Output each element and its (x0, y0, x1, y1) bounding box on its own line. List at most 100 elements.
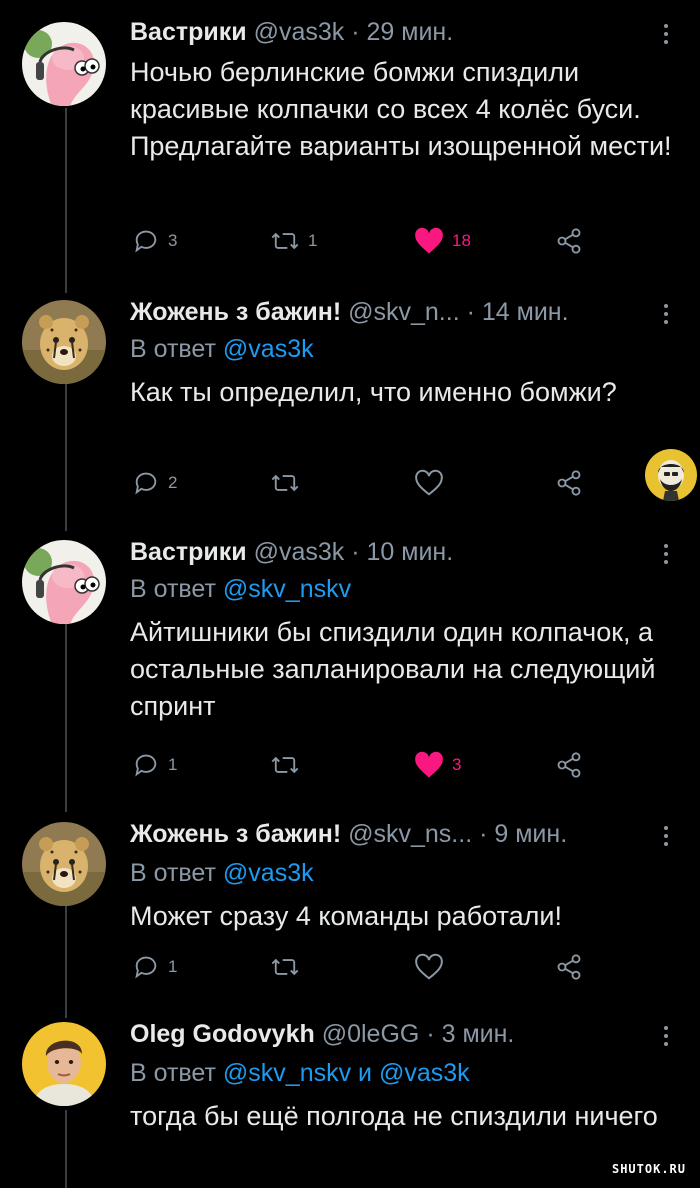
reply-count: 1 (168, 755, 178, 774)
author-name[interactable]: Вастрики (130, 18, 247, 46)
timestamp[interactable]: 29 мин. (367, 18, 454, 46)
tweet-text: Может сразу 4 команды работали! (130, 901, 562, 931)
tweet-header: Вастрики @vas3k · 10 мин. (130, 534, 660, 570)
heart-icon (415, 751, 443, 778)
tweet-actions: 1 3 (130, 748, 600, 782)
cheetah-avatar-icon (22, 300, 106, 384)
avatar[interactable] (22, 822, 106, 906)
tweet[interactable]: Жожень з бажин! @skv_ns... · 9 мин. В от… (0, 812, 700, 1012)
mention-link[interactable]: @vas3k (223, 335, 314, 363)
tweet[interactable]: Oleg Godovykh @0leGG · 3 мин. В ответ @s… (0, 1012, 700, 1188)
share-icon (557, 228, 581, 254)
person-avatar-icon (22, 1022, 106, 1106)
reply-button[interactable]: 1 (132, 950, 177, 984)
avatar[interactable] (22, 540, 106, 624)
reply-button[interactable]: 3 (132, 224, 177, 258)
tweet-header: Жожень з бажин! @skv_ns... · 9 мин. (130, 816, 660, 852)
timestamp[interactable]: 10 мин. (367, 538, 454, 566)
author-handle[interactable]: @vas3k (254, 538, 345, 566)
more-icon[interactable] (664, 826, 670, 850)
more-icon[interactable] (664, 544, 670, 568)
reply-icon (135, 956, 157, 979)
tweet[interactable]: Жожень з бажин! @skv_n... · 14 мин. В от… (0, 290, 700, 530)
tweet-actions: 3 1 18 (130, 224, 600, 258)
tweet-header: Вастрики @vas3k · 29 мин. (130, 14, 660, 50)
reply-count: 2 (168, 473, 178, 492)
worm-avatar-icon (22, 540, 106, 624)
reply-icon (135, 754, 157, 777)
tweet[interactable]: Вастрики @vas3k · 10 мин. В ответ @skv_n… (0, 530, 700, 812)
like-count: 3 (452, 755, 462, 774)
tweet[interactable]: Вастрики @vas3k · 29 мин. Ночью берлинск… (0, 0, 700, 290)
retweet-icon (271, 756, 299, 774)
retweet-button[interactable] (270, 950, 300, 984)
like-button[interactable] (414, 466, 444, 500)
more-icon[interactable] (664, 304, 670, 328)
share-button[interactable] (555, 950, 583, 984)
tweet-text: Ночью берлинские бомжи спиздили красивые… (130, 57, 672, 161)
reply-icon (135, 472, 157, 495)
like-button[interactable]: 3 (414, 748, 461, 782)
mention-link[interactable]: @skv_nskv (223, 1059, 351, 1087)
author-handle[interactable]: @skv_ns... (348, 820, 472, 848)
separator: · (351, 18, 360, 46)
worm-avatar-icon (22, 22, 106, 106)
retweet-button[interactable]: 1 (270, 224, 317, 258)
retweet-count: 1 (308, 231, 318, 250)
heart-icon (415, 227, 443, 254)
separator: · (466, 298, 475, 326)
reply-prefix: В ответ (130, 575, 216, 603)
author-handle[interactable]: @skv_n... (348, 298, 460, 326)
tweet-actions: 1 (130, 950, 600, 984)
like-count: 18 (452, 231, 471, 250)
share-button[interactable] (555, 224, 583, 258)
share-button[interactable] (555, 748, 583, 782)
timestamp[interactable]: 14 мин. (482, 298, 569, 326)
timestamp[interactable]: 3 мин. (442, 1020, 515, 1048)
tweet-actions: 2 (130, 466, 600, 500)
avatar[interactable] (22, 1022, 106, 1106)
heart-outline-icon (415, 953, 443, 980)
floating-avatar[interactable] (645, 449, 697, 501)
heart-outline-icon (415, 469, 443, 496)
reply-icon (135, 230, 157, 253)
mention-link[interactable]: @skv_nskv (223, 575, 351, 603)
separator: · (351, 538, 360, 566)
tweet-text: Айтишники бы спиздили один колпачок, а о… (130, 617, 656, 721)
author-name[interactable]: Жожень з бажин! (130, 820, 341, 848)
watermark: SHUTOK.RU (611, 1162, 686, 1176)
more-icon[interactable] (664, 1026, 670, 1050)
separator: · (479, 820, 488, 848)
reply-prefix: В ответ (130, 859, 216, 887)
share-icon (557, 470, 581, 496)
like-button[interactable]: 18 (414, 224, 471, 258)
mention-link[interactable]: @vas3k (379, 1059, 470, 1087)
tweet-header: Жожень з бажин! @skv_n... · 14 мин. (130, 294, 660, 330)
avatar[interactable] (22, 22, 106, 106)
tweet-header: Oleg Godovykh @0leGG · 3 мин. (130, 1016, 660, 1052)
author-name[interactable]: Жожень з бажин! (130, 298, 341, 326)
reply-context: В ответ @skv_nskv и @vas3k (130, 1056, 470, 1090)
author-name[interactable]: Oleg Godovykh (130, 1020, 315, 1048)
more-icon[interactable] (664, 24, 670, 48)
avatar[interactable] (22, 300, 106, 384)
retweet-button[interactable] (270, 748, 300, 782)
cheetah-avatar-icon (22, 822, 106, 906)
tweet-text: Как ты определил, что именно бомжи? (130, 377, 617, 407)
author-handle[interactable]: @0leGG (322, 1020, 420, 1048)
reply-button[interactable]: 1 (132, 748, 177, 782)
bearded-man-avatar-icon (645, 449, 697, 501)
reply-button[interactable]: 2 (132, 466, 177, 500)
retweet-button[interactable] (270, 466, 300, 500)
reply-prefix: В ответ (130, 335, 216, 363)
author-name[interactable]: Вастрики (130, 538, 247, 566)
retweet-icon (271, 232, 299, 250)
retweet-icon (271, 474, 299, 492)
share-button[interactable] (555, 466, 583, 500)
reply-count: 3 (168, 231, 178, 250)
mention-link[interactable]: @vas3k (223, 859, 314, 887)
tweet-text: тогда бы ещё полгода не спиздили ничего (130, 1101, 658, 1131)
timestamp[interactable]: 9 мин. (494, 820, 567, 848)
author-handle[interactable]: @vas3k (254, 18, 345, 46)
like-button[interactable] (414, 950, 444, 984)
